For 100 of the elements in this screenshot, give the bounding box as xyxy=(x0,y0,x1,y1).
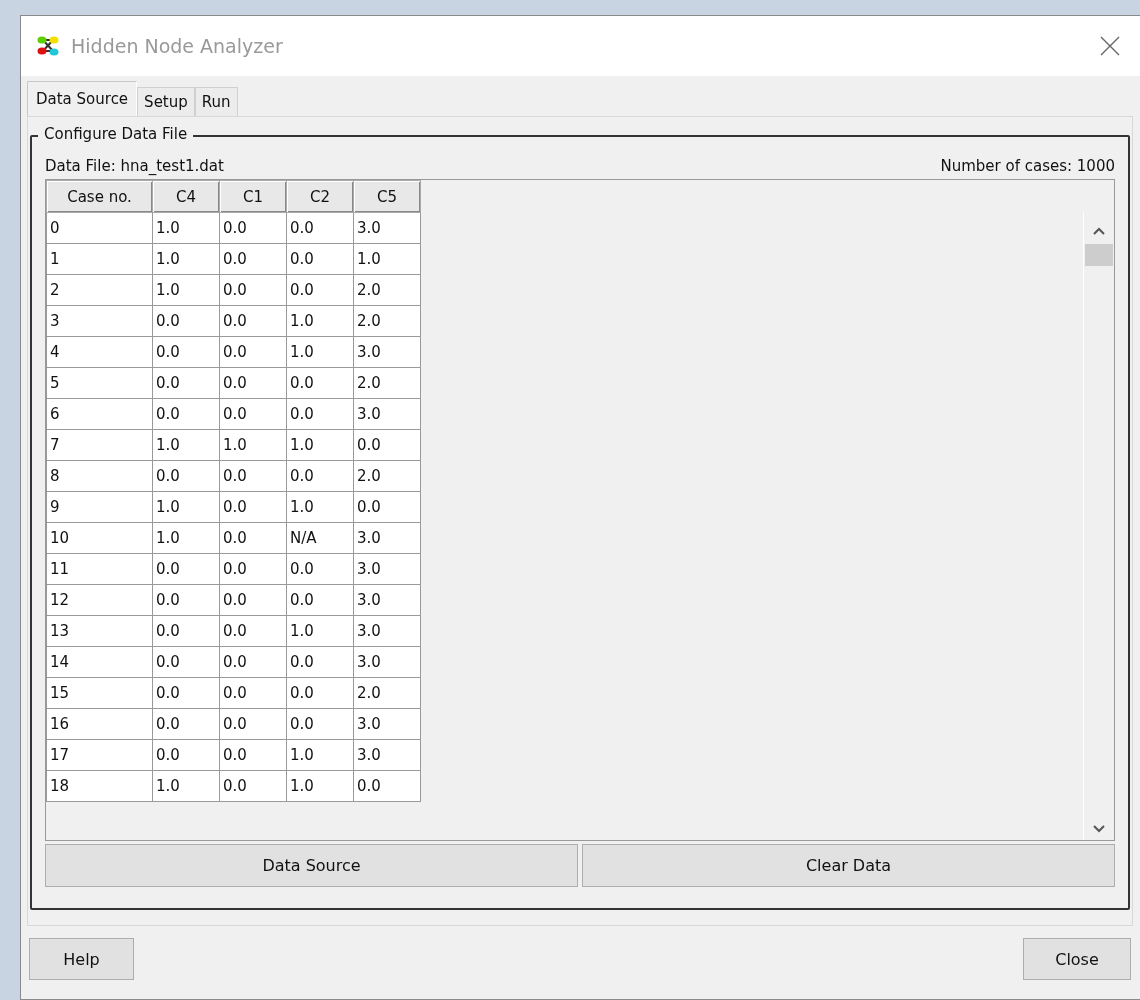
column-header[interactable]: Case no. xyxy=(46,180,153,213)
table-cell: 0.0 xyxy=(286,274,354,306)
table-cell: 3.0 xyxy=(353,522,421,554)
table-cell: 0.0 xyxy=(219,553,287,585)
table-cell: 12 xyxy=(46,584,153,616)
table-cell: 0.0 xyxy=(219,708,287,740)
table-cell: 0.0 xyxy=(219,770,287,802)
scrollbar-thumb[interactable] xyxy=(1085,244,1113,266)
table-cell: 3.0 xyxy=(353,584,421,616)
table-cell: 1.0 xyxy=(286,739,354,771)
table-cell: 14 xyxy=(46,646,153,678)
table-cell: 1.0 xyxy=(286,336,354,368)
table-cell: 0.0 xyxy=(152,460,220,492)
table-cell: 1.0 xyxy=(152,429,220,461)
table-cell: 0.0 xyxy=(219,646,287,678)
column-header[interactable]: C2 xyxy=(286,180,354,213)
table-cell: 0.0 xyxy=(219,336,287,368)
table-cell: 0.0 xyxy=(219,212,287,244)
table-cell: 3.0 xyxy=(353,212,421,244)
panel-button[interactable]: Clear Data xyxy=(582,844,1115,887)
table-cell: 0.0 xyxy=(152,305,220,337)
table-cell: 0.0 xyxy=(353,429,421,461)
table-cell: 0.0 xyxy=(219,243,287,275)
table-cell: 1.0 xyxy=(286,770,354,802)
table-cell: 1.0 xyxy=(353,243,421,275)
column-header[interactable]: C1 xyxy=(219,180,287,213)
table-cell: 0.0 xyxy=(286,212,354,244)
footer-button[interactable]: Help xyxy=(29,938,134,980)
table-cell: 11 xyxy=(46,553,153,585)
group-title: Configure Data File xyxy=(38,125,194,143)
table-cell: 1.0 xyxy=(152,243,220,275)
table-cell: 3.0 xyxy=(353,739,421,771)
table-cell: 0.0 xyxy=(152,708,220,740)
tab[interactable]: Setup xyxy=(137,87,195,116)
scroll-down-icon[interactable] xyxy=(1092,824,1106,834)
tab[interactable]: Run xyxy=(194,87,238,116)
table-cell: 0.0 xyxy=(353,770,421,802)
table-cell: 15 xyxy=(46,677,153,709)
table-cell: 7 xyxy=(46,429,153,461)
table-cell: 2.0 xyxy=(353,460,421,492)
table-cell: 1.0 xyxy=(152,770,220,802)
table-cell: 0.0 xyxy=(286,460,354,492)
table-cell: 0.0 xyxy=(219,398,287,430)
close-icon xyxy=(1100,36,1120,56)
table-cell: 3.0 xyxy=(353,708,421,740)
table-cell: 16 xyxy=(46,708,153,740)
table-cell: 2.0 xyxy=(353,677,421,709)
vertical-scrollbar[interactable] xyxy=(1083,212,1114,840)
table-cell: 13 xyxy=(46,615,153,647)
network-nodes-icon xyxy=(37,35,59,57)
table-cell: 1.0 xyxy=(152,522,220,554)
table-cell: 17 xyxy=(46,739,153,771)
table-cell: 0.0 xyxy=(152,677,220,709)
column-header[interactable]: C5 xyxy=(353,180,421,213)
scroll-up-icon[interactable] xyxy=(1092,226,1106,236)
table-cell: 0.0 xyxy=(219,584,287,616)
table-cell: 0.0 xyxy=(152,615,220,647)
table-cell: 0.0 xyxy=(219,367,287,399)
table-cell: 0.0 xyxy=(219,522,287,554)
table-cell: 0.0 xyxy=(152,553,220,585)
footer-button[interactable]: Close xyxy=(1023,938,1131,980)
table-cell: 0.0 xyxy=(286,677,354,709)
panel-button[interactable]: Data Source xyxy=(45,844,578,887)
table-cell: 0.0 xyxy=(286,646,354,678)
data-file-label: Data File: hna_test1.dat xyxy=(45,157,224,177)
table-cell: 1.0 xyxy=(152,212,220,244)
table-cell: 0.0 xyxy=(152,336,220,368)
table-cell: 0.0 xyxy=(219,274,287,306)
table-cell: 9 xyxy=(46,491,153,523)
table-cell: 0.0 xyxy=(353,491,421,523)
table-cell: 0.0 xyxy=(152,398,220,430)
table-cell: 0.0 xyxy=(286,553,354,585)
table-cell: 0.0 xyxy=(219,677,287,709)
table-cell: 1.0 xyxy=(152,491,220,523)
table-cell: 0.0 xyxy=(286,584,354,616)
table-cell: 0.0 xyxy=(152,584,220,616)
table-cell: 0.0 xyxy=(286,243,354,275)
table-cell: 2.0 xyxy=(353,305,421,337)
table-cell: 18 xyxy=(46,770,153,802)
table-cell: 0.0 xyxy=(219,305,287,337)
table-cell: 0.0 xyxy=(219,460,287,492)
table-cell: N/A xyxy=(286,522,354,554)
table-cell: 3.0 xyxy=(353,336,421,368)
table-cell: 1.0 xyxy=(286,429,354,461)
table-cell: 3.0 xyxy=(353,615,421,647)
table-cell: 0.0 xyxy=(286,367,354,399)
table-cell: 8 xyxy=(46,460,153,492)
table-cell: 2.0 xyxy=(353,274,421,306)
table-cell: 0.0 xyxy=(152,367,220,399)
table-cell: 1.0 xyxy=(152,274,220,306)
table-cell: 3.0 xyxy=(353,646,421,678)
table-cell: 6 xyxy=(46,398,153,430)
tab[interactable]: Data Source xyxy=(27,81,138,116)
column-header[interactable]: C4 xyxy=(152,180,220,213)
table-cell: 1.0 xyxy=(286,491,354,523)
table-cell: 1 xyxy=(46,243,153,275)
table-cell: 1.0 xyxy=(286,305,354,337)
table-cell: 0.0 xyxy=(152,646,220,678)
table-cell: 10 xyxy=(46,522,153,554)
table-cell: 3.0 xyxy=(353,398,421,430)
